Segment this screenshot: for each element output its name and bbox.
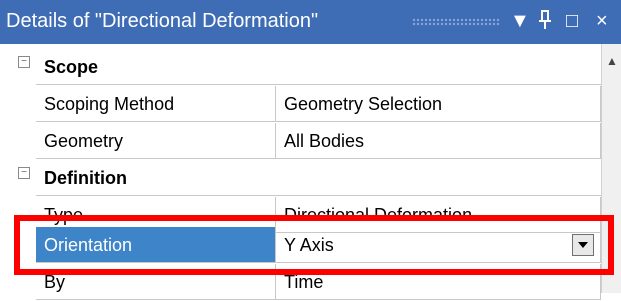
panel-title: Details of "Directional Deformation" [6, 10, 319, 32]
highlight-box [14, 215, 614, 275]
panel-titlebar: Details of "Directional Deformation" ▼ □… [0, 0, 621, 44]
collapse-scope-icon[interactable]: − [18, 56, 30, 68]
group-header-definition[interactable]: Definition [36, 160, 601, 197]
pin-icon[interactable] [538, 9, 552, 37]
drag-grip[interactable] [412, 18, 500, 26]
property-row-scoping-method[interactable]: Scoping Method Geometry Selection [36, 86, 601, 123]
group-header-scope[interactable]: Scope [36, 49, 601, 86]
property-value[interactable]: Geometry Selection [276, 86, 601, 122]
panel-menu-dropdown-icon[interactable]: ▼ [510, 9, 530, 33]
pin-icon-glyph [539, 10, 551, 29]
property-row-geometry[interactable]: Geometry All Bodies [36, 123, 601, 160]
property-name: Scoping Method [36, 86, 276, 122]
group-label: Scope [36, 49, 601, 85]
property-name: Geometry [36, 123, 276, 159]
collapse-definition-icon[interactable]: − [18, 167, 30, 179]
property-value[interactable]: All Bodies [276, 123, 601, 159]
scroll-up-icon[interactable]: ▲ [606, 54, 618, 68]
close-icon[interactable]: × [596, 9, 608, 33]
maximize-icon[interactable]: □ [566, 9, 578, 33]
group-label: Definition [36, 160, 601, 196]
